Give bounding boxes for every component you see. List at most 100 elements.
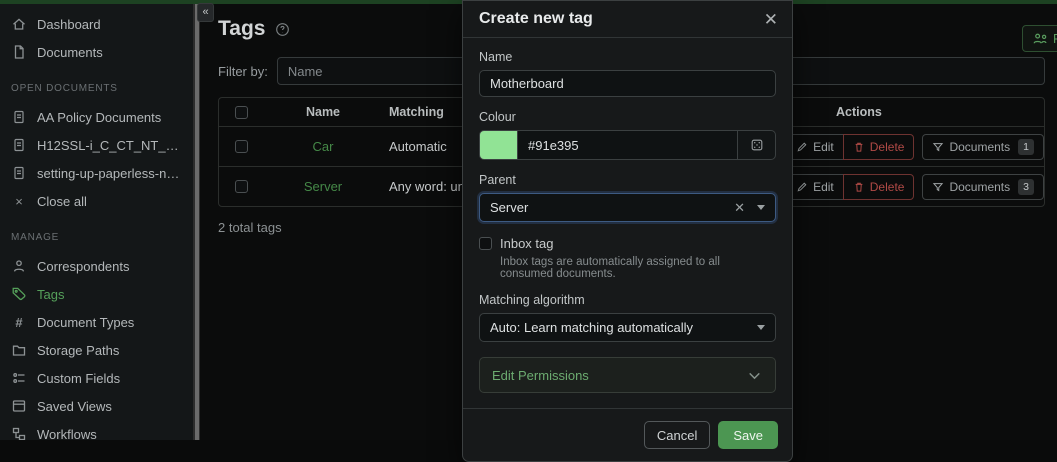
random-colour-button[interactable] (738, 130, 776, 160)
edit-permissions-label: Edit Permissions (492, 368, 589, 383)
colour-value-input[interactable] (517, 130, 738, 160)
trash-icon (853, 181, 865, 193)
document-icon (11, 109, 27, 125)
open-doc-label: setting-up-paperless-ngx-part-one (37, 166, 183, 181)
delete-button[interactable]: Delete (843, 174, 915, 200)
tag-name-input[interactable] (479, 70, 776, 97)
sidebar-item-label: Custom Fields (37, 371, 120, 386)
close-all-label: Close all (37, 194, 87, 209)
workflow-icon (11, 426, 27, 440)
inbox-tag-label: Inbox tag (500, 236, 554, 251)
tag-name-link[interactable]: Server (304, 179, 342, 194)
document-count-badge: 3 (1018, 179, 1034, 195)
tag-name-link[interactable]: Car (313, 139, 334, 154)
sidebar-item-document-types[interactable]: # Document Types (0, 308, 193, 336)
sliders-icon (11, 370, 27, 386)
close-icon[interactable]: ✕ (764, 11, 778, 28)
create-tag-modal: Create new tag ✕ Name Colour Parent Serv… (462, 0, 793, 462)
document-count-badge: 1 (1018, 139, 1034, 155)
permissions-button-label: Pe (1053, 32, 1057, 46)
sidebar-section-open-documents: Open documents (0, 83, 193, 94)
modal-header: Create new tag ✕ (463, 1, 792, 38)
inbox-tag-row: Inbox tag (479, 236, 776, 251)
edit-button[interactable]: Edit (786, 174, 843, 200)
parent-label: Parent (479, 173, 776, 187)
close-icon: × (11, 194, 27, 209)
modal-footer: Cancel Save (463, 408, 792, 461)
pencil-icon (796, 181, 808, 193)
row-checkbox[interactable] (235, 180, 248, 193)
modal-title: Create new tag (479, 10, 593, 28)
window-icon (11, 398, 27, 414)
column-header-name: Name (263, 105, 383, 119)
sidebar-open-doc-2[interactable]: H12SSL-i_C_CT_NT_BIOS_3.3_rele... (0, 131, 193, 159)
select-all-checkbox[interactable] (235, 106, 248, 119)
sidebar-item-correspondents[interactable]: Correspondents (0, 252, 193, 280)
sidebar-resize-strip[interactable] (193, 0, 200, 440)
hash-icon: # (11, 315, 27, 330)
save-button[interactable]: Save (718, 421, 778, 449)
sidebar-item-custom-fields[interactable]: Custom Fields (0, 364, 193, 392)
chevron-down-icon (757, 205, 765, 210)
edit-button[interactable]: Edit (786, 134, 843, 160)
sidebar-item-label: Storage Paths (37, 343, 119, 358)
sidebar-item-saved-views[interactable]: Saved Views (0, 392, 193, 420)
sidebar-open-doc-1[interactable]: AA Policy Documents (0, 103, 193, 131)
file-icon (11, 44, 27, 60)
row-checkbox[interactable] (235, 140, 248, 153)
page-title: Tags (218, 17, 265, 41)
matching-algorithm-label: Matching algorithm (479, 293, 776, 307)
sidebar-item-label: Documents (37, 45, 103, 60)
open-doc-label: H12SSL-i_C_CT_NT_BIOS_3.3_rele... (37, 138, 183, 153)
sidebar-item-workflows[interactable]: Workflows (0, 420, 193, 440)
documents-button[interactable]: Documents 1 (922, 134, 1044, 160)
help-icon[interactable] (275, 22, 290, 37)
tag-icon (11, 286, 27, 302)
document-icon (11, 165, 27, 181)
filter-label: Filter by: (218, 64, 268, 79)
sidebar-item-storage-paths[interactable]: Storage Paths (0, 336, 193, 364)
inbox-tag-hint: Inbox tags are automatically assigned to… (500, 256, 776, 280)
inbox-tag-checkbox[interactable] (479, 237, 492, 250)
sidebar-item-label: Dashboard (37, 17, 101, 32)
sidebar-item-tags[interactable]: Tags (0, 280, 193, 308)
name-label: Name (479, 50, 776, 64)
folder-icon (11, 342, 27, 358)
collapse-sidebar-button[interactable]: « (197, 3, 214, 22)
sidebar-item-label: Saved Views (37, 399, 112, 414)
parent-select-value: Server (490, 200, 734, 215)
home-icon (11, 16, 27, 32)
delete-button[interactable]: Delete (843, 134, 915, 160)
sidebar-open-doc-3[interactable]: setting-up-paperless-ngx-part-one (0, 159, 193, 187)
column-header-actions: Actions (814, 105, 1044, 119)
sidebar-item-label: Document Types (37, 315, 134, 330)
filter-icon (932, 181, 944, 193)
sidebar-section-manage: Manage (0, 232, 193, 243)
dice-icon (750, 138, 764, 152)
pencil-icon (796, 141, 808, 153)
users-icon (1032, 31, 1047, 46)
sidebar-item-label: Workflows (37, 427, 97, 441)
document-icon (11, 137, 27, 153)
sidebar-item-label: Tags (37, 287, 64, 302)
sidebar-item-documents[interactable]: Documents (0, 38, 193, 66)
sidebar-item-label: Correspondents (37, 259, 130, 274)
filter-icon (932, 141, 944, 153)
cancel-button[interactable]: Cancel (644, 421, 710, 449)
chevron-down-icon (746, 367, 763, 384)
sidebar-close-all[interactable]: × Close all (0, 187, 193, 215)
colour-label: Colour (479, 110, 776, 124)
edit-permissions-toggle[interactable]: Edit Permissions (479, 357, 776, 393)
chevron-down-icon (757, 325, 765, 330)
colour-swatch (479, 130, 517, 160)
open-doc-label: AA Policy Documents (37, 110, 161, 125)
clear-icon[interactable]: ✕ (734, 200, 745, 216)
trash-icon (853, 141, 865, 153)
modal-body: Name Colour Parent Server ✕ Inbox tag In… (463, 38, 792, 395)
permissions-button[interactable]: Pe (1022, 25, 1057, 52)
documents-button[interactable]: Documents 3 (922, 174, 1044, 200)
matching-algorithm-select[interactable]: Auto: Learn matching automatically (479, 313, 776, 342)
sidebar-item-dashboard[interactable]: Dashboard (0, 10, 193, 38)
parent-select[interactable]: Server ✕ (479, 193, 776, 222)
colour-input-group (479, 130, 776, 160)
